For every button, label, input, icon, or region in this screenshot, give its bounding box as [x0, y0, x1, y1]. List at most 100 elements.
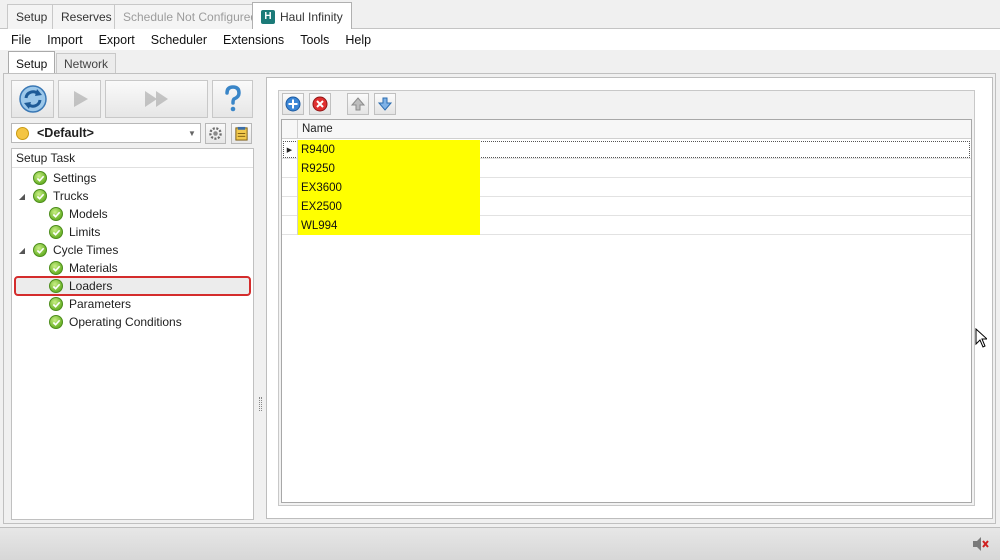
menu-bar: File Import Export Scheduler Extensions … — [0, 29, 1000, 50]
help-button[interactable] — [212, 80, 253, 118]
help-icon — [224, 85, 241, 112]
cell-name[interactable]: EX2500 — [298, 197, 480, 216]
tree-header: Setup Task — [12, 149, 253, 168]
splitter-grip[interactable] — [259, 397, 262, 411]
cell-name[interactable]: EX3600 — [298, 178, 480, 197]
tab-label: Network — [64, 57, 109, 71]
add-icon — [285, 96, 301, 112]
refresh-button[interactable] — [11, 80, 54, 118]
tab-label: Setup — [16, 56, 48, 71]
expand-arrow-icon[interactable]: ◢ — [17, 192, 27, 201]
table-row[interactable]: WL994 — [282, 216, 971, 235]
menu-tools[interactable]: Tools — [292, 33, 337, 47]
completed-check-icon — [33, 243, 47, 257]
tree-item-label: Trucks — [53, 189, 89, 203]
completed-check-icon — [49, 225, 63, 239]
tree-item-label: Materials — [69, 261, 118, 275]
table-row[interactable]: R9250 — [282, 159, 971, 178]
chevron-down-icon[interactable]: ▼ — [184, 129, 200, 138]
tree-item-label: Models — [69, 207, 108, 221]
completed-check-icon — [33, 189, 47, 203]
tree-item-operating-conditions[interactable]: Operating Conditions — [49, 313, 182, 331]
move-up-button[interactable] — [347, 93, 369, 115]
move-down-button[interactable] — [374, 93, 396, 115]
fast-forward-button[interactable] — [105, 80, 208, 118]
tab-setup[interactable]: Setup — [7, 4, 57, 29]
menu-file[interactable]: File — [3, 33, 39, 47]
cell-name[interactable]: R9400 — [298, 140, 480, 159]
table-row[interactable]: ▶ R9400 — [282, 140, 971, 159]
menu-extensions[interactable]: Extensions — [215, 33, 292, 47]
tree-item-materials[interactable]: Materials — [49, 259, 118, 277]
menu-scheduler[interactable]: Scheduler — [143, 33, 215, 47]
tree-item-label: Limits — [69, 225, 101, 239]
tab-label: Haul Infinity — [280, 9, 343, 24]
tab-label: Setup — [16, 10, 48, 24]
tree-item-label: Cycle Times — [53, 243, 119, 257]
row-indicator[interactable] — [282, 216, 298, 235]
refresh-icon — [18, 85, 47, 113]
top-tab-strip: Setup Reserves Schedule Not Configured H… — [0, 0, 1000, 30]
move-down-icon — [377, 97, 393, 111]
row-indicator[interactable] — [282, 159, 298, 178]
mouse-cursor-icon — [975, 328, 987, 348]
row-indicator[interactable] — [282, 197, 298, 216]
tab-label: Reserves — [61, 10, 112, 24]
tab-reserves[interactable]: Reserves — [52, 4, 121, 29]
row-indicator-icon[interactable]: ▶ — [282, 140, 298, 159]
cell-name[interactable]: R9250 — [298, 159, 480, 178]
move-up-icon — [350, 97, 366, 111]
subtab-network[interactable]: Network — [56, 53, 117, 74]
menu-import[interactable]: Import — [39, 33, 90, 47]
completed-check-icon — [33, 171, 47, 185]
sub-tab-strip: Setup Network — [0, 50, 1000, 75]
tree-item-cycle-times[interactable]: ◢ Cycle Times — [17, 241, 118, 259]
grid-corner — [282, 120, 298, 139]
table-row[interactable]: EX2500 — [282, 197, 971, 216]
completed-check-icon — [49, 315, 63, 329]
tab-haul-infinity[interactable]: H Haul Infinity — [252, 2, 352, 30]
tab-schedule-not-configured[interactable]: Schedule Not Configured — [114, 4, 267, 29]
subtab-setup[interactable]: Setup — [8, 51, 56, 75]
tree-item-label: Parameters — [69, 297, 132, 311]
delete-loader-button[interactable] — [309, 93, 331, 115]
completed-check-icon — [49, 297, 63, 311]
tree-item-settings[interactable]: Settings — [17, 169, 96, 187]
play-button[interactable] — [58, 80, 101, 118]
loaders-grid: Name ▶ R9400 R9250 EX3600 EX2500 WL994 — [281, 119, 972, 503]
profile-dropdown[interactable]: <Default> ▼ — [11, 123, 201, 143]
tree-item-parameters[interactable]: Parameters — [49, 295, 131, 313]
tab-label: Schedule Not Configured — [123, 10, 258, 24]
menu-help[interactable]: Help — [337, 33, 379, 47]
profile-notes-button[interactable] — [231, 123, 252, 144]
speaker-muted-icon[interactable] — [972, 536, 990, 552]
row-indicator[interactable] — [282, 178, 298, 197]
grid-header-row: Name — [282, 120, 971, 139]
column-header-name[interactable]: Name — [302, 123, 333, 135]
haul-infinity-logo-icon: H — [261, 9, 275, 24]
table-row[interactable]: EX3600 — [282, 178, 971, 197]
tree-item-limits[interactable]: Limits — [49, 223, 100, 241]
completed-check-icon — [49, 207, 63, 221]
tree-item-label: Loaders — [69, 279, 113, 293]
add-loader-button[interactable] — [282, 93, 304, 115]
tree-item-trucks[interactable]: ◢ Trucks — [17, 187, 89, 205]
gear-settings-icon — [209, 127, 222, 140]
profile-settings-button[interactable] — [205, 123, 226, 144]
tree-item-models[interactable]: Models — [49, 205, 108, 223]
notepad-icon — [235, 126, 248, 141]
expand-arrow-icon[interactable]: ◢ — [17, 246, 27, 255]
tree-item-label: Settings — [53, 171, 97, 185]
smiley-face-icon — [16, 126, 29, 140]
fast-forward-icon — [144, 91, 168, 107]
completed-check-icon — [49, 279, 63, 293]
play-icon — [73, 91, 88, 107]
completed-check-icon — [49, 261, 63, 275]
cell-name[interactable]: WL994 — [298, 216, 480, 235]
menu-export[interactable]: Export — [91, 33, 143, 47]
tree-item-loaders[interactable]: Loaders — [49, 277, 112, 295]
profile-selected-value: <Default> — [37, 126, 94, 140]
tree-item-label: Operating Conditions — [69, 315, 182, 329]
status-bar — [0, 527, 1000, 560]
delete-icon — [312, 96, 328, 112]
